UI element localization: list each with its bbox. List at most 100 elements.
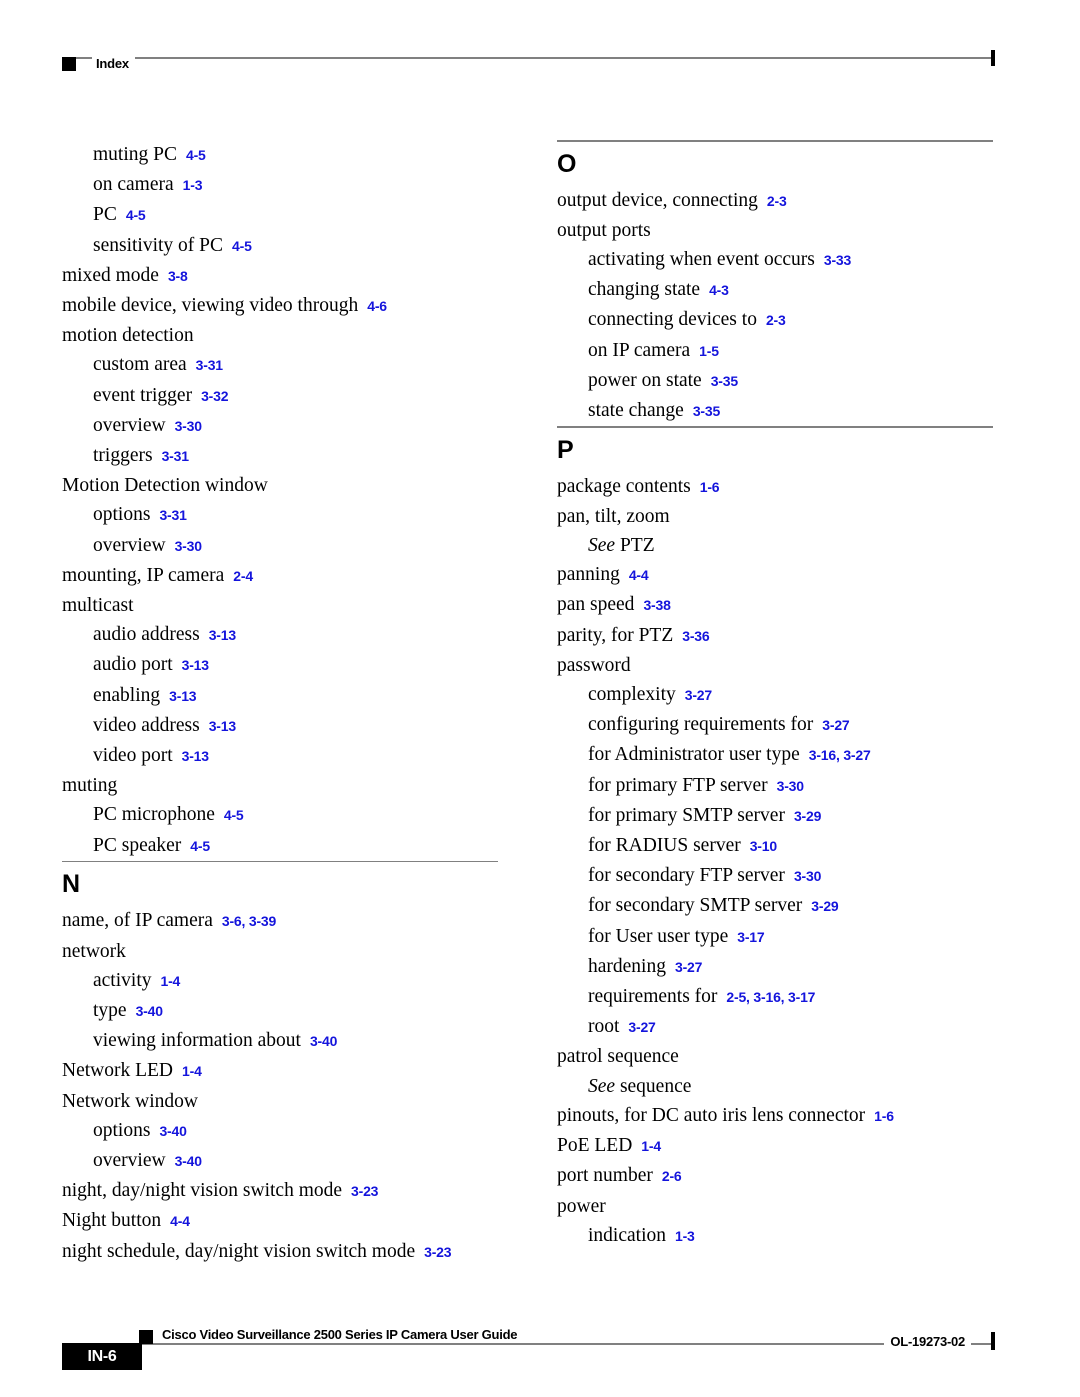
index-page-reference[interactable]: 3-40 bbox=[310, 1033, 337, 1049]
index-page-reference[interactable]: 3-13 bbox=[182, 748, 209, 764]
page-title: Index bbox=[92, 56, 135, 71]
index-page-reference[interactable]: 2-3 bbox=[767, 193, 787, 209]
index-entry: complexity 3-27 bbox=[557, 680, 993, 710]
index-page-reference[interactable]: 1-3 bbox=[183, 177, 203, 193]
index-entry-term: package contents bbox=[557, 475, 691, 497]
index-entry: PoE LED 1-4 bbox=[557, 1131, 993, 1161]
index-entry-term: pan, tilt, zoom bbox=[557, 505, 670, 527]
index-page-reference[interactable]: 3-40 bbox=[136, 1003, 163, 1019]
index-entry: output device, connecting 2-3 bbox=[557, 186, 993, 216]
index-entry-term: options bbox=[93, 504, 151, 526]
index-page-reference[interactable]: 4-4 bbox=[629, 567, 649, 583]
index-page-reference[interactable]: 1-4 bbox=[182, 1063, 202, 1079]
index-page-reference[interactable]: 3-30 bbox=[175, 538, 202, 554]
index-entry: mixed mode 3-8 bbox=[62, 261, 498, 291]
index-page-reference[interactable]: 2-6 bbox=[662, 1168, 682, 1184]
index-entry: root 3-27 bbox=[557, 1012, 993, 1042]
index-entry: power bbox=[557, 1192, 993, 1221]
index-entry-term: for secondary SMTP server bbox=[588, 895, 803, 917]
index-page-reference[interactable]: 3-27 bbox=[822, 717, 849, 733]
index-entry: password bbox=[557, 651, 993, 680]
index-page-reference[interactable]: 3-13 bbox=[182, 657, 209, 673]
index-entry-term: night, day/night vision switch mode bbox=[62, 1180, 343, 1202]
index-page-reference[interactable]: 4-5 bbox=[190, 838, 210, 854]
index-page-reference[interactable]: 4-5 bbox=[232, 238, 252, 254]
index-page-reference[interactable]: 3-30 bbox=[794, 868, 821, 884]
index-entry-term: type bbox=[93, 999, 127, 1021]
index-page-reference[interactable]: 2-3 bbox=[766, 312, 786, 328]
index-entry: audio address 3-13 bbox=[62, 620, 498, 650]
index-page-reference[interactable]: 1-6 bbox=[874, 1108, 894, 1124]
index-page-reference[interactable]: 3-38 bbox=[643, 597, 670, 613]
index-page-reference[interactable]: 1-5 bbox=[699, 343, 719, 359]
index-page-reference[interactable]: 3-29 bbox=[811, 898, 838, 914]
index-entry: night schedule, day/night vision switch … bbox=[62, 1237, 498, 1267]
section-letter: P bbox=[557, 435, 574, 464]
index-entry-term: activity bbox=[93, 969, 152, 991]
index-page-reference[interactable]: 3-30 bbox=[175, 418, 202, 434]
index-page-reference[interactable]: 4-4 bbox=[170, 1213, 190, 1229]
index-entry-term: video port bbox=[93, 745, 173, 767]
index-page-reference[interactable]: 4-3 bbox=[709, 282, 729, 298]
index-page-reference[interactable]: 3-10 bbox=[750, 838, 777, 854]
index-page-reference[interactable]: 3-32 bbox=[201, 388, 228, 404]
index-page-reference[interactable]: 4-5 bbox=[186, 147, 206, 163]
index-page-reference[interactable]: 2-4 bbox=[233, 568, 253, 584]
index-page-reference[interactable]: 3-17 bbox=[737, 929, 764, 945]
index-page-reference[interactable]: 3-35 bbox=[711, 373, 738, 389]
index-page-reference[interactable]: 2-5, 3-16, 3-17 bbox=[726, 989, 815, 1005]
index-page-reference[interactable]: 3-29 bbox=[794, 808, 821, 824]
index-page-reference[interactable]: 3-31 bbox=[162, 448, 189, 464]
index-page-reference[interactable]: 3-23 bbox=[351, 1183, 378, 1199]
index-entry-term: mobile device, viewing video through bbox=[62, 295, 359, 317]
index-page-reference[interactable]: 3-13 bbox=[209, 627, 236, 643]
index-entry: custom area 3-31 bbox=[62, 350, 498, 380]
section-letter: O bbox=[557, 149, 577, 178]
index-entry: motion detection bbox=[62, 321, 498, 350]
index-page-reference[interactable]: 4-5 bbox=[126, 207, 146, 223]
index-page-reference[interactable]: 3-8 bbox=[168, 268, 188, 284]
index-page-reference[interactable]: 3-40 bbox=[175, 1153, 202, 1169]
index-entry-term: sensitivity of PC bbox=[93, 234, 224, 256]
index-page-reference[interactable]: 3-35 bbox=[693, 403, 720, 419]
index-entry: pinouts, for DC auto iris lens connector… bbox=[557, 1101, 993, 1131]
index-page-reference[interactable]: 3-13 bbox=[169, 688, 196, 704]
index-page-reference[interactable]: 3-16, 3-27 bbox=[809, 747, 871, 763]
index-page-reference[interactable]: 3-40 bbox=[159, 1123, 186, 1139]
footer-end-tick bbox=[991, 1332, 995, 1350]
index-entry-term: viewing information about bbox=[93, 1030, 301, 1052]
index-entry-term: custom area bbox=[93, 354, 187, 376]
index-page-reference[interactable]: 3-23 bbox=[424, 1244, 451, 1260]
index-page-reference[interactable]: 4-6 bbox=[367, 298, 387, 314]
header-rule bbox=[62, 57, 993, 59]
index-page-reference[interactable]: 3-27 bbox=[675, 959, 702, 975]
index-entry: overview 3-30 bbox=[62, 531, 498, 561]
index-page-reference[interactable]: 1-3 bbox=[675, 1228, 695, 1244]
index-page-reference[interactable]: 3-30 bbox=[777, 778, 804, 794]
index-page-reference[interactable]: 3-36 bbox=[682, 628, 709, 644]
index-entry: overview 3-30 bbox=[62, 411, 498, 441]
section-rule bbox=[557, 140, 993, 142]
index-entry-term: audio address bbox=[93, 624, 200, 646]
index-page-reference[interactable]: 3-27 bbox=[685, 687, 712, 703]
index-page-reference[interactable]: 3-31 bbox=[159, 507, 186, 523]
index-page-reference[interactable]: 3-27 bbox=[628, 1019, 655, 1035]
index-entry: PC microphone 4-5 bbox=[62, 800, 498, 830]
index-page-reference[interactable]: 1-4 bbox=[641, 1138, 661, 1154]
index-entry-term: panning bbox=[557, 564, 620, 586]
index-entry-term: overview bbox=[93, 414, 166, 436]
index-entry: name, of IP camera 3-6, 3-39 bbox=[62, 906, 498, 936]
index-page-reference[interactable]: 1-6 bbox=[700, 479, 720, 495]
index-page-reference[interactable]: 3-13 bbox=[209, 718, 236, 734]
index-page-reference[interactable]: 4-5 bbox=[224, 807, 244, 823]
see-reference-label: See bbox=[588, 535, 616, 557]
footer-rule bbox=[62, 1343, 993, 1345]
index-page-reference[interactable]: 3-33 bbox=[824, 252, 851, 268]
index-page-reference[interactable]: 3-31 bbox=[196, 357, 223, 373]
index-page-reference[interactable]: 3-6, 3-39 bbox=[222, 913, 276, 929]
index-entry: on camera 1-3 bbox=[62, 170, 498, 200]
index-page-reference[interactable]: 1-4 bbox=[160, 973, 180, 989]
index-entry: patrol sequence bbox=[557, 1042, 993, 1071]
index-entry: for primary SMTP server 3-29 bbox=[557, 801, 993, 831]
index-entry: See sequence bbox=[557, 1072, 993, 1101]
